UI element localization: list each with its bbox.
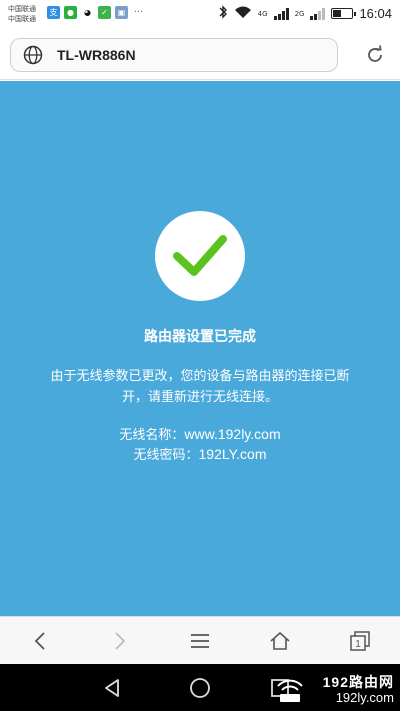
tabs-button[interactable]: 1	[340, 621, 380, 661]
page-title: 路由器设置已完成	[144, 329, 256, 345]
browser-toolbar: 1	[0, 616, 400, 664]
carrier-line-2: 中国联通	[8, 15, 36, 23]
network-type-1: 4G	[257, 9, 268, 18]
home-icon	[270, 631, 290, 650]
back-button[interactable]	[20, 621, 60, 661]
checkmark-icon	[173, 235, 227, 276]
ssid-value: www.192ly.com	[184, 426, 281, 442]
status-bar: 中国联通 中国联通 支 ● ◕ ✓ ▣ ··· 4G 2G 16:04	[0, 0, 400, 30]
more-icon: ···	[132, 6, 145, 19]
tabs-icon: 1	[350, 630, 370, 651]
ssid-row: 无线名称：www.192ly.com	[0, 425, 400, 445]
qq-icon: ◕	[81, 6, 94, 19]
watermark-domain: 192ly.com	[335, 690, 394, 705]
back-icon	[34, 631, 45, 650]
notification-icons: 支 ● ◕ ✓ ▣ ···	[47, 6, 145, 19]
watermark-title: 192路由网	[322, 674, 394, 690]
menu-icon	[191, 633, 209, 648]
alipay-icon: 支	[47, 6, 60, 19]
signal-icon-2	[310, 7, 326, 20]
browser-address-bar: TL-WR886N	[0, 30, 400, 80]
wechat-icon: ●	[64, 6, 77, 19]
success-badge	[155, 211, 245, 301]
nav-back-icon[interactable]	[100, 676, 124, 700]
site-watermark: 192路由网 192ly.com	[274, 672, 394, 706]
menu-button[interactable]	[180, 621, 220, 661]
home-button[interactable]	[260, 621, 300, 661]
carrier-label: 中国联通 中国联通	[8, 4, 36, 24]
tabs-count: 1	[355, 639, 361, 650]
app-icon: ✓	[98, 6, 111, 19]
forward-icon	[115, 631, 126, 650]
carrier-line-1: 中国联通	[8, 5, 36, 13]
router-setup-complete-page: 路由器设置已完成 由于无线参数已更改，您的设备与路由器的连接已断开，请重新进行无…	[0, 81, 400, 616]
clock: 16:04	[359, 6, 392, 21]
bluetooth-icon	[218, 5, 228, 22]
battery-icon	[331, 8, 357, 19]
signal-icon-1	[273, 7, 289, 20]
page-description: 由于无线参数已更改，您的设备与路由器的连接已断开，请重新进行无线连接。	[50, 369, 350, 405]
status-indicators: 4G 2G 16:04	[218, 5, 392, 22]
refresh-icon[interactable]	[364, 44, 386, 66]
gallery-icon: ▣	[115, 6, 128, 19]
wireless-info: 无线名称：www.192ly.com 无线密码：192LY.com	[0, 425, 400, 465]
password-value: 192LY.com	[198, 446, 267, 462]
url-text: TL-WR886N	[57, 47, 136, 63]
ssid-label: 无线名称：	[119, 428, 185, 443]
password-label: 无线密码：	[133, 448, 199, 463]
android-nav-bar: 192路由网 192ly.com	[0, 664, 400, 711]
watermark-wifi-icon	[277, 679, 303, 702]
wifi-icon	[234, 6, 252, 22]
network-type-2: 2G	[294, 9, 305, 18]
password-row: 无线密码：192LY.com	[0, 445, 400, 465]
url-field[interactable]: TL-WR886N	[10, 38, 338, 72]
globe-icon	[23, 45, 43, 65]
nav-home-icon[interactable]	[188, 676, 212, 700]
forward-button[interactable]	[100, 621, 140, 661]
